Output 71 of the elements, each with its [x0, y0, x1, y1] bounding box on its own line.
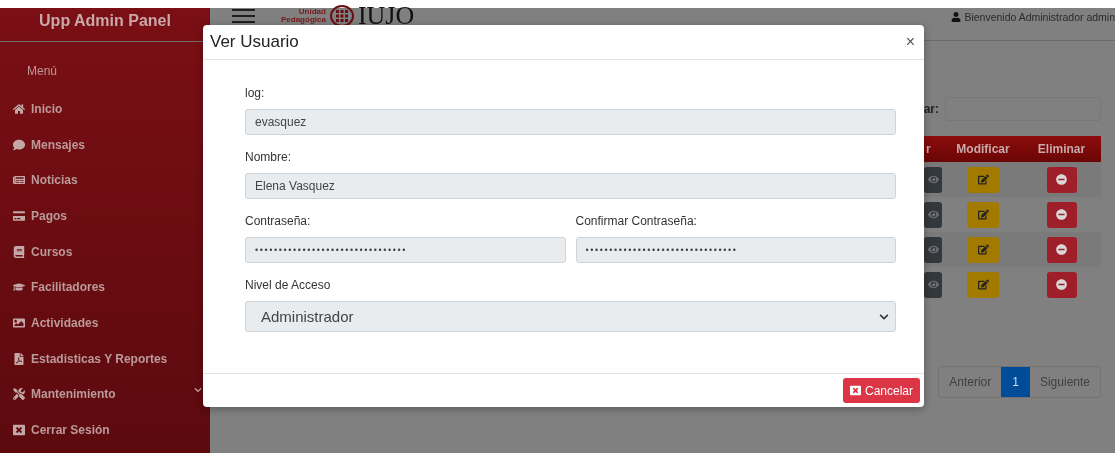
next-page-link[interactable]: Siguiente	[1029, 367, 1100, 397]
sidebar-item[interactable]: Estadisticas Y Reportes	[0, 340, 210, 377]
close-box-icon	[13, 424, 25, 437]
edit-button[interactable]	[967, 271, 999, 298]
logo-caption: Unidad Pedagógica	[281, 8, 326, 24]
close-button[interactable]: ×	[903, 33, 917, 51]
view-button[interactable]	[924, 271, 942, 298]
logo-icon	[329, 5, 354, 27]
edit-icon	[977, 244, 989, 255]
home-icon	[13, 102, 25, 115]
sidebar-item[interactable]: Mensajes	[0, 126, 210, 163]
edit-icon	[977, 174, 989, 185]
edit-icon	[977, 209, 989, 220]
text-field[interactable]: evasquez	[245, 109, 896, 135]
close-box-icon	[849, 385, 861, 396]
dialog-title: Ver Usuario	[210, 32, 299, 52]
field-label: Nivel de Acceso	[245, 278, 332, 294]
sidebar-item[interactable]: Cursos	[0, 233, 210, 270]
view-button[interactable]	[924, 236, 942, 263]
password-field[interactable]: ••••••••••••••••••••••••••••••••	[575, 237, 896, 263]
field-label: Nombre:	[245, 150, 292, 166]
sidebar-item[interactable]: Cerrar Sesión	[0, 412, 210, 448]
logo-text: IUJO	[357, 3, 415, 29]
sidebar-item[interactable]: Pagos	[0, 198, 210, 234]
delete-button[interactable]	[1046, 166, 1077, 193]
previous-page-link[interactable]: Anterior	[939, 367, 1002, 397]
credit-card-icon	[13, 209, 25, 222]
sidebar-item[interactable]: Inicio	[0, 91, 210, 127]
edit-button[interactable]	[967, 166, 999, 193]
graduation-cap-icon	[13, 281, 25, 294]
column-header: Eliminar	[1036, 142, 1087, 156]
page-link[interactable]: 1	[1001, 367, 1030, 397]
tools-icon	[13, 388, 25, 401]
password-field[interactable]: ••••••••••••••••••••••••••••••••	[245, 237, 566, 263]
chevron-icon	[194, 385, 202, 394]
sidebar-item[interactable]: Mantenimiento	[0, 376, 210, 413]
column-header: r	[925, 142, 932, 156]
file-icon	[13, 352, 25, 365]
field-label: Contraseña:	[245, 214, 312, 230]
delete-button[interactable]	[1046, 236, 1077, 263]
field-label: log:	[245, 86, 266, 102]
view-button[interactable]	[924, 166, 942, 193]
edit-button[interactable]	[967, 201, 999, 228]
delete-button[interactable]	[1046, 271, 1077, 298]
welcome-text: Bienvenido Administrador admin	[964, 11, 1115, 23]
speech-bubble-icon	[13, 138, 25, 151]
menu-heading: Menú	[27, 64, 58, 78]
edit-icon	[977, 279, 989, 290]
sidebar-item[interactable]: Actividades	[0, 305, 210, 341]
cancel-button[interactable]: Cancelar	[842, 378, 920, 403]
delete-button[interactable]	[1046, 201, 1077, 228]
eye-icon	[927, 244, 939, 255]
access-level-select[interactable]: Administrador	[245, 301, 896, 332]
brand-title: Upp Admin Panel	[39, 12, 171, 30]
image-icon	[13, 316, 25, 329]
eye-icon	[927, 174, 939, 185]
search-label: ar:	[923, 102, 939, 116]
field-label: Confirmar Contraseña:	[575, 214, 698, 230]
user-icon	[951, 12, 962, 22]
newspaper-icon	[13, 174, 25, 187]
menu-icon[interactable]	[232, 9, 255, 23]
chevron-icon	[879, 311, 889, 322]
column-header: Modificar	[955, 142, 1011, 156]
book-icon	[13, 245, 25, 258]
text-field[interactable]: Elena Vasquez	[245, 173, 896, 199]
sidebar-item[interactable]: Noticias	[0, 162, 210, 199]
eye-icon	[927, 279, 939, 290]
edit-button[interactable]	[967, 236, 999, 263]
view-button[interactable]	[924, 201, 942, 228]
sidebar-item[interactable]: Facilitadores	[0, 269, 210, 306]
eye-icon	[927, 209, 939, 220]
